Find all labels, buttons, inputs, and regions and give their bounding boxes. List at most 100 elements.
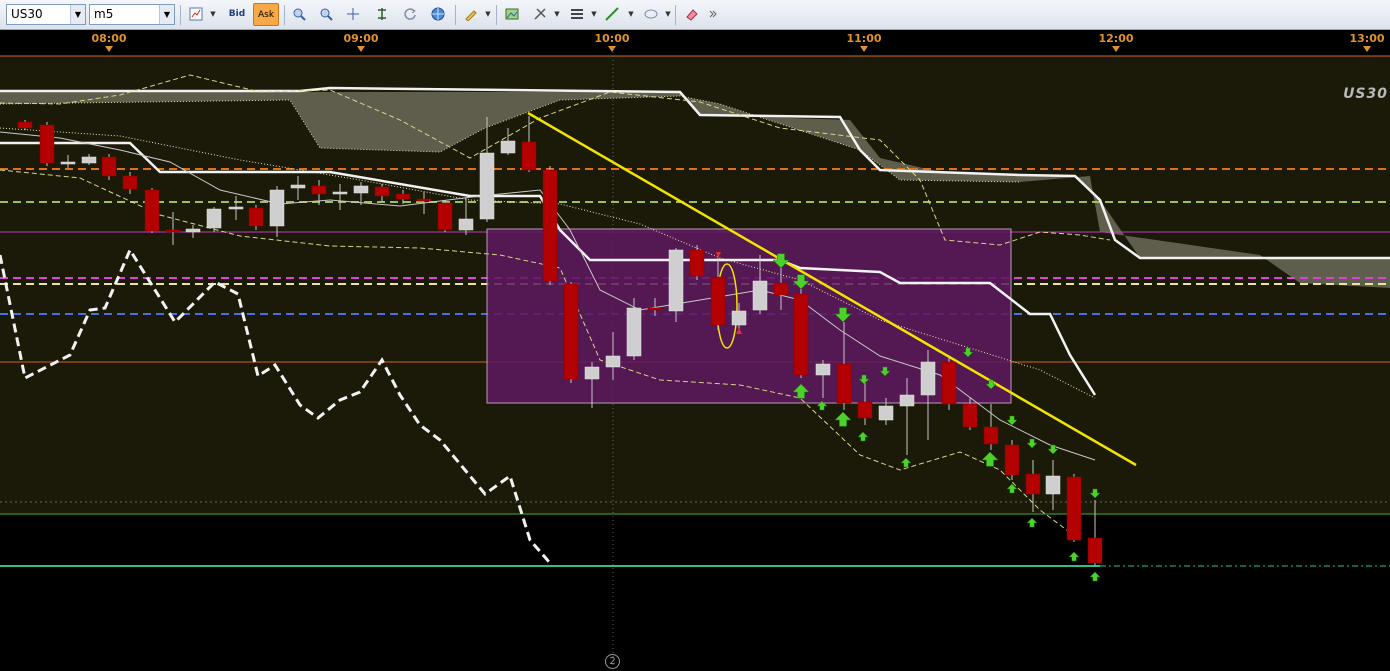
time-label: 12:00 [1098, 32, 1134, 45]
more-icon [709, 10, 717, 18]
bear-candle [416, 198, 432, 202]
buy-arrow-icon [1068, 551, 1080, 562]
bear-candle [857, 401, 873, 419]
time-label: 10:00 [594, 32, 630, 45]
bear-candle [311, 185, 327, 195]
bull-candle [626, 307, 642, 357]
timeframe-select-value: m5 [94, 7, 114, 21]
zoom-out-button[interactable] [315, 3, 337, 26]
trendline-button[interactable] [601, 3, 623, 26]
bear-candle [165, 229, 181, 233]
symbol-select-value: US30 [11, 7, 43, 21]
bear-candle [689, 249, 705, 277]
bull-candle [668, 249, 684, 312]
symbol-watermark: US30 [1343, 86, 1388, 102]
timeframe-select[interactable]: m5 ▼ [89, 4, 175, 25]
period-separator-button[interactable] [371, 3, 393, 26]
picture-icon [505, 8, 519, 20]
bull-candle [1045, 475, 1061, 495]
bear-candle [395, 193, 411, 200]
bull-candle [228, 206, 244, 210]
pencil-icon [465, 10, 477, 22]
chevron-down-icon[interactable]: ▼ [159, 5, 174, 24]
zoom-out-icon [320, 8, 333, 21]
bear-candle [983, 426, 999, 445]
bull-candle [815, 363, 831, 376]
chart-type-dropdown[interactable]: ▼ [209, 3, 217, 26]
toolbar: US30 ▼ m5 ▼ ▼ Bid Ask ▼ ▼ ▼ ▼ ▼ [0, 0, 1390, 30]
time-label: 08:00 [91, 32, 127, 45]
bear-candle [437, 202, 453, 231]
bid-button[interactable]: Bid [226, 3, 248, 26]
refresh-icon [404, 8, 416, 20]
page-indicator[interactable]: 2 [605, 654, 620, 669]
bear-candle [563, 283, 579, 380]
bear-candle [647, 307, 663, 311]
pencil-button[interactable] [460, 3, 482, 26]
more-button[interactable] [706, 3, 720, 26]
zoom-in-icon [293, 8, 306, 21]
bear-candle [1004, 444, 1020, 476]
chart-type-button[interactable] [185, 3, 207, 26]
bull-candle [920, 361, 936, 396]
pencil-dropdown[interactable]: ▼ [484, 3, 492, 26]
tools-button[interactable] [529, 3, 551, 26]
bear-candle [962, 403, 978, 428]
bull-candle [752, 280, 768, 311]
bull-candle [731, 310, 747, 326]
bull-candle [81, 156, 97, 164]
trendline-dropdown[interactable]: ▼ [627, 3, 635, 26]
crosshair-icon [347, 8, 359, 20]
bull-candle [878, 405, 894, 421]
eraser-icon [686, 9, 698, 21]
bull-candle [290, 184, 306, 189]
bull-candle [206, 208, 222, 229]
bull-candle [458, 218, 474, 231]
tools-icon [534, 8, 546, 20]
bear-candle [941, 361, 957, 405]
globe-button[interactable] [427, 3, 449, 26]
bull-candle [899, 394, 915, 407]
bear-candle [122, 175, 138, 190]
crosshair-button[interactable] [342, 3, 364, 26]
zoom-in-button[interactable] [288, 3, 310, 26]
chevron-down-icon[interactable]: ▼ [70, 5, 85, 24]
globe-icon [431, 7, 445, 21]
lines-dropdown[interactable]: ▼ [590, 3, 598, 26]
eraser-button[interactable] [680, 3, 702, 26]
tools-dropdown[interactable]: ▼ [553, 3, 561, 26]
bear-candle [773, 282, 789, 296]
picture-button[interactable] [501, 3, 523, 26]
bear-candle [710, 276, 726, 326]
price-chart[interactable] [0, 48, 1390, 671]
bear-candle [374, 186, 390, 197]
ellipse-button[interactable] [640, 3, 662, 26]
bull-candle [332, 191, 348, 195]
lines-button[interactable] [566, 3, 588, 26]
bear-candle [17, 121, 33, 129]
time-label: 13:00 [1349, 32, 1385, 45]
ellipse-icon [644, 9, 658, 19]
lines-icon [571, 9, 583, 19]
bull-candle [584, 366, 600, 380]
bull-candle [479, 152, 495, 220]
time-label: 09:00 [343, 32, 379, 45]
bear-candle [144, 189, 160, 232]
buy-arrow-icon [1089, 571, 1101, 582]
bull-candle [605, 355, 621, 368]
bear-candle [39, 124, 55, 164]
ellipse-dropdown[interactable]: ▼ [664, 3, 672, 26]
refresh-button[interactable] [399, 3, 421, 26]
buy-arrow-icon [1026, 517, 1038, 528]
bear-candle [101, 156, 117, 177]
ask-button[interactable]: Ask [253, 3, 279, 26]
symbol-select[interactable]: US30 ▼ [6, 4, 86, 25]
bear-candle [542, 169, 558, 282]
chart-type-icon [189, 7, 203, 21]
bull-candle [500, 140, 516, 154]
bull-candle [185, 228, 201, 233]
bull-candle [353, 185, 369, 194]
time-label: 11:00 [846, 32, 882, 45]
time-axis: 08:00 09:00 10:00 11:00 12:00 13:00 [0, 30, 1390, 52]
bear-candle [1066, 476, 1082, 541]
